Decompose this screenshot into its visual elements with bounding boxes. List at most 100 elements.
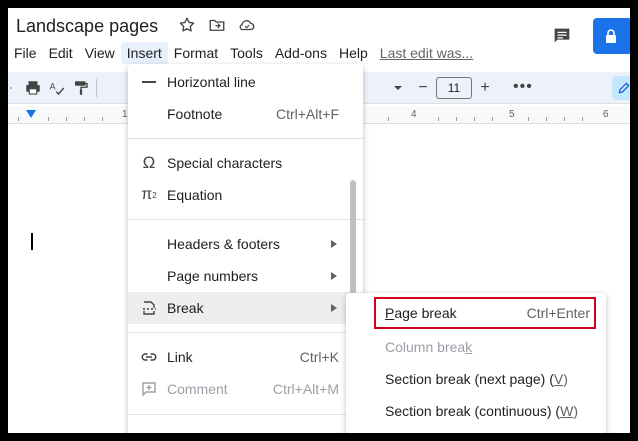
menu-separator <box>128 138 363 139</box>
decrease-font-size-button[interactable]: − <box>412 77 434 99</box>
title-actions <box>178 16 256 34</box>
menu-item-label: Headers & footers <box>167 236 280 252</box>
font-size-caret-icon[interactable] <box>393 80 403 96</box>
menu-item-shortcut: Ctrl+Enter <box>526 305 590 321</box>
menu-tools[interactable]: Tools <box>224 42 269 64</box>
menu-item-label: Special characters <box>167 155 283 171</box>
menu-item-label: Break <box>167 300 204 316</box>
break-icon <box>140 299 158 317</box>
menu-item-label: Section break (next page) (V) <box>385 371 568 387</box>
ruler-number: 6 <box>603 109 609 120</box>
menu-item-shortcut: Ctrl+Alt+M <box>272 381 339 397</box>
editing-mode-button[interactable] <box>612 76 630 100</box>
menu-item-label: Page numbers <box>167 268 259 284</box>
submenu-arrow-icon <box>331 304 337 312</box>
share-button[interactable] <box>593 18 630 54</box>
menu-add-ons[interactable]: Add-ons <box>269 42 333 64</box>
menu-edit[interactable]: Edit <box>43 42 79 64</box>
ruler-number: 5 <box>509 109 515 120</box>
ruler-tick <box>84 117 85 121</box>
menu-insert[interactable]: Insert <box>120 42 168 64</box>
ruler-tick <box>546 117 547 121</box>
print-icon[interactable] <box>24 79 42 97</box>
ruler-number: 1 <box>122 109 128 120</box>
ruler-tick <box>18 117 19 121</box>
toolbar-left-group: A <box>8 72 97 104</box>
ruler-tick <box>564 117 565 121</box>
star-icon[interactable] <box>178 16 196 34</box>
menu-item-special-characters[interactable]: Ω Special characters <box>128 147 363 179</box>
menu-item-label: Equation <box>167 187 223 203</box>
ruler-tick <box>48 117 49 121</box>
paint-format-icon[interactable] <box>72 79 90 97</box>
menu-item-comment[interactable]: Comment Ctrl+Alt+M <box>128 373 363 405</box>
menu-item-equation[interactable]: π2 Equation <box>128 179 363 211</box>
app-window: Landscape pages File Edit View Insert Fo… <box>8 8 630 433</box>
ruler-tick <box>66 117 67 121</box>
comment-add-icon <box>140 380 158 398</box>
ruler-tick <box>582 117 583 121</box>
comment-history-icon[interactable] <box>551 25 573 47</box>
menu-file[interactable]: File <box>8 42 43 64</box>
menu-scrollbar[interactable] <box>350 180 356 300</box>
menu-item-column-break[interactable]: Column break <box>346 331 606 363</box>
submenu-arrow-icon <box>331 272 337 280</box>
menu-separator <box>128 332 363 333</box>
menu-item-section-break-continuous[interactable]: Section break (continuous) (W) <box>346 395 606 427</box>
menu-item-shortcut: Ctrl+Alt+F <box>275 106 339 122</box>
menu-item-headers-footers[interactable]: Headers & footers <box>128 228 363 260</box>
move-to-folder-icon[interactable] <box>208 16 226 34</box>
menu-item-label: Page break <box>385 305 457 321</box>
menu-help[interactable]: Help <box>333 42 374 64</box>
ruler-tick <box>388 117 389 121</box>
menu-item-page-numbers[interactable]: Page numbers <box>128 260 363 292</box>
toolbar-separator <box>96 79 97 97</box>
svg-text:A: A <box>50 82 56 92</box>
menu-item-label: Horizontal line <box>167 74 256 90</box>
text-cursor <box>31 233 33 250</box>
redo-icon[interactable] <box>10 79 18 97</box>
more-options-button[interactable]: ••• <box>513 78 533 96</box>
ruler-tick <box>528 117 529 121</box>
menu-item-label: Link <box>167 349 193 365</box>
pencil-icon <box>618 82 630 94</box>
menu-item-footnote[interactable]: Footnote Ctrl+Alt+F <box>128 98 363 130</box>
increase-font-size-button[interactable]: + <box>474 77 496 99</box>
menu-bar: File Edit View Insert Format Tools Add-o… <box>8 42 473 64</box>
menu-view[interactable]: View <box>79 42 121 64</box>
menu-format[interactable]: Format <box>168 42 224 64</box>
menu-item-label: Footnote <box>167 106 223 122</box>
ruler-tick <box>438 117 439 121</box>
link-icon <box>140 348 158 366</box>
insert-menu: Horizontal line Footnote Ctrl+Alt+F Ω Sp… <box>128 64 363 433</box>
menu-item-label: Column break <box>385 339 473 355</box>
indent-marker[interactable] <box>26 110 36 118</box>
omega-icon: Ω <box>142 153 156 172</box>
spellcheck-icon[interactable]: A <box>48 79 66 97</box>
menu-item-break[interactable]: Break <box>128 292 363 324</box>
document-title[interactable]: Landscape pages <box>16 16 158 37</box>
ruler-tick <box>492 117 493 121</box>
menu-item-page-break[interactable]: Page break Ctrl+Enter <box>346 297 606 329</box>
menu-item-label: Comment <box>167 381 228 397</box>
menu-item-shortcut: Ctrl+K <box>299 349 339 365</box>
last-edit-link[interactable]: Last edit was... <box>380 45 473 61</box>
font-size-input[interactable]: 11 <box>436 77 472 99</box>
ruler-tick <box>456 117 457 121</box>
font-size-group: − 11 + <box>412 77 496 99</box>
menu-separator <box>128 414 363 415</box>
menu-separator <box>128 219 363 220</box>
menu-item-label: Section break (continuous) (W) <box>385 403 578 419</box>
pi-icon: π2 <box>141 186 157 203</box>
lock-icon <box>606 29 616 43</box>
horizontal-line-icon <box>140 73 158 91</box>
ruler-tick <box>474 117 475 121</box>
menu-item-horizontal-line[interactable]: Horizontal line <box>128 66 363 98</box>
ruler-tick <box>102 117 103 121</box>
submenu-arrow-icon <box>331 240 337 248</box>
menu-item-link[interactable]: Link Ctrl+K <box>128 341 363 373</box>
menu-item-section-break-next-page[interactable]: Section break (next page) (V) <box>346 363 606 395</box>
ruler-number: 4 <box>411 109 417 120</box>
break-submenu: Page break Ctrl+Enter Column break Secti… <box>346 293 606 433</box>
cloud-saved-icon[interactable] <box>238 16 256 34</box>
